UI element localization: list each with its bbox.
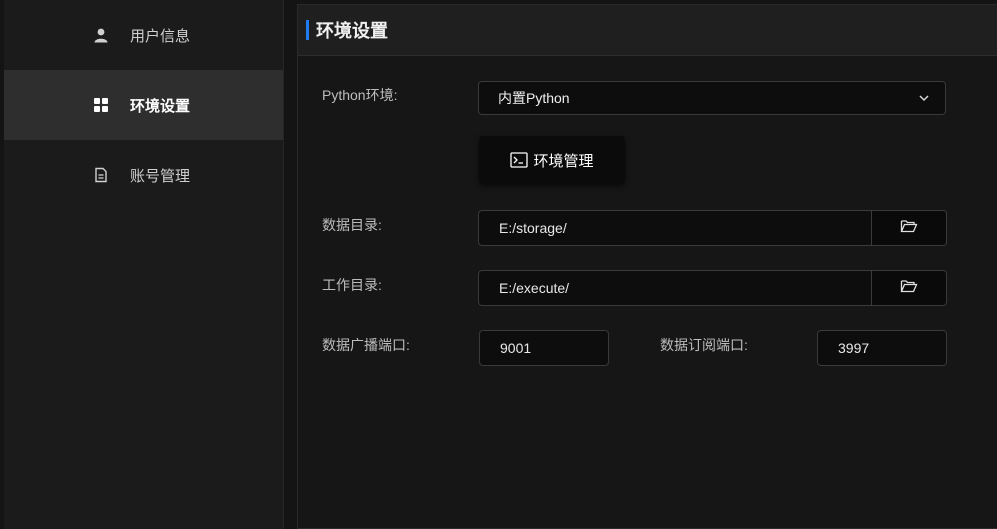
- sidebar: 用户信息 环境设置 账号管理: [4, 0, 284, 529]
- folder-icon: [900, 219, 918, 238]
- broadcast-port-input[interactable]: 9001: [479, 330, 609, 366]
- grid-icon: [92, 96, 110, 114]
- work-dir-group: E:/execute/: [478, 270, 947, 306]
- document-icon: [92, 166, 110, 184]
- title-accent-bar: [306, 20, 309, 40]
- settings-window: 用户信息 环境设置 账号管理 环境设置 Python环境: 内置Python 环…: [0, 0, 997, 529]
- data-dir-label: 数据目录:: [322, 217, 382, 233]
- terminal-icon: [510, 151, 529, 169]
- work-dir-label: 工作目录:: [322, 277, 382, 293]
- page-title: 环境设置: [316, 21, 388, 41]
- sidebar-item-label: 账号管理: [130, 167, 191, 185]
- sidebar-item-account[interactable]: 账号管理: [4, 140, 283, 210]
- subscribe-port-input[interactable]: 3997: [817, 330, 947, 366]
- panel-header: 环境设置: [298, 5, 997, 56]
- folder-icon: [900, 279, 918, 298]
- data-dir-browse-button[interactable]: [872, 210, 947, 246]
- sidebar-item-user-info[interactable]: 用户信息: [4, 0, 283, 70]
- subscribe-port-label: 数据订阅端口:: [660, 337, 748, 353]
- sidebar-item-environment[interactable]: 环境设置: [4, 70, 283, 140]
- broadcast-port-label: 数据广播端口:: [322, 337, 410, 353]
- sidebar-item-label: 环境设置: [130, 97, 191, 115]
- python-env-value: 内置Python: [498, 90, 570, 106]
- sidebar-item-label: 用户信息: [130, 27, 191, 45]
- python-env-label: Python环境:: [322, 87, 398, 103]
- env-manage-button[interactable]: 环境管理: [479, 136, 625, 184]
- env-manage-label: 环境管理: [533, 152, 594, 170]
- chevron-down-icon: [917, 91, 931, 105]
- work-dir-input[interactable]: E:/execute/: [478, 270, 872, 306]
- settings-panel: 环境设置 Python环境: 内置Python 环境管理 数据目录: E:/st…: [297, 4, 997, 529]
- data-dir-input[interactable]: E:/storage/: [478, 210, 872, 246]
- python-env-select[interactable]: 内置Python: [478, 81, 946, 115]
- work-dir-browse-button[interactable]: [872, 270, 947, 306]
- data-dir-group: E:/storage/: [478, 210, 947, 246]
- user-icon: [92, 26, 110, 44]
